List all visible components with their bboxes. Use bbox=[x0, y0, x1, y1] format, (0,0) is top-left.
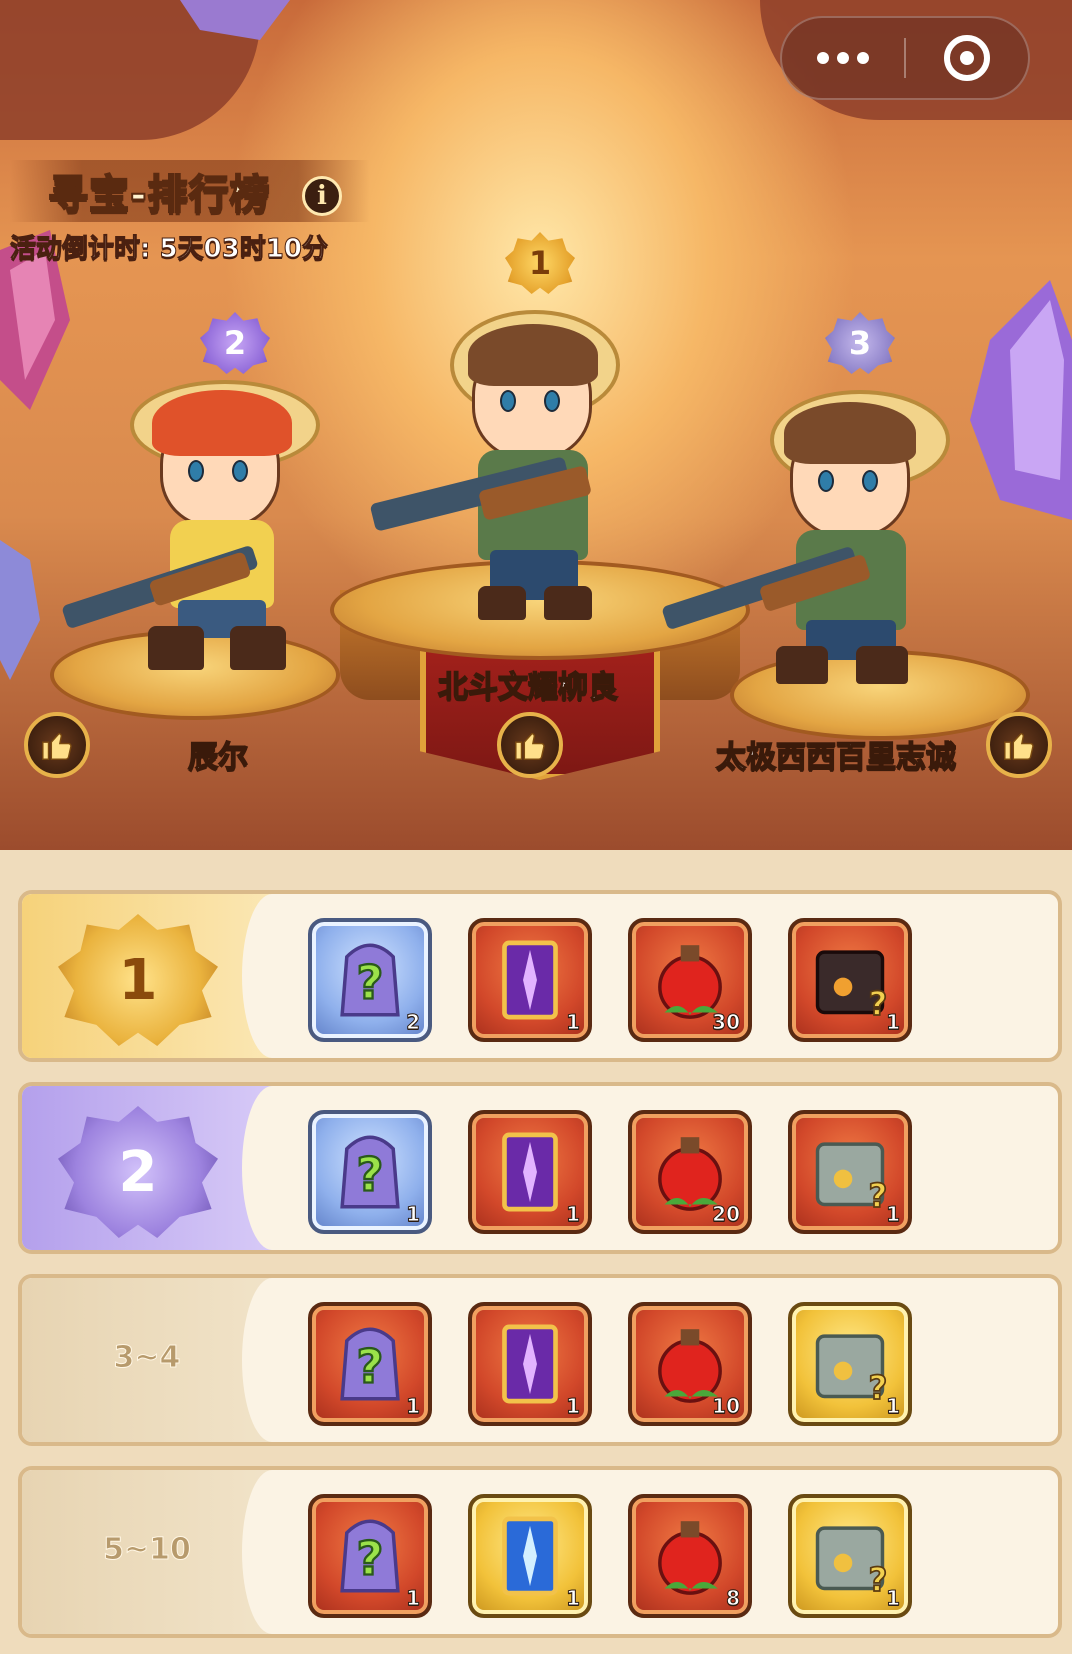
crystal-decoration bbox=[0, 540, 40, 680]
item-count: 1 bbox=[886, 1586, 901, 1611]
crystal-decoration bbox=[180, 0, 290, 40]
character-rank-2 bbox=[60, 370, 340, 690]
item-count: 1 bbox=[886, 1202, 901, 1227]
reward-item[interactable]: 30 bbox=[628, 918, 752, 1042]
thumbs-up-icon bbox=[515, 732, 545, 760]
reward-item[interactable]: 1 bbox=[468, 918, 592, 1042]
reward-item[interactable]: ? 1 bbox=[788, 1110, 912, 1234]
item-count: 1 bbox=[566, 1202, 581, 1227]
svg-text:?: ? bbox=[869, 1561, 888, 1599]
info-icon[interactable]: i bbox=[302, 176, 342, 216]
like-button-rank-1[interactable] bbox=[497, 712, 563, 778]
item-count: 1 bbox=[566, 1586, 581, 1611]
item-count: 1 bbox=[886, 1010, 901, 1035]
svg-text:?: ? bbox=[357, 1148, 384, 1202]
reward-item[interactable]: ? 1 bbox=[788, 1302, 912, 1426]
reward-row-rank-5-10: 5~10 ? 1 1 8 ? 1 bbox=[18, 1466, 1062, 1638]
like-button-rank-3[interactable] bbox=[986, 712, 1052, 778]
rank-3-medal: 3 bbox=[825, 312, 895, 374]
leaderboard-scene: 寻宝-排行榜 i 活动倒计时: 5天03时10分 1 2 3 北斗文耀柳良 辰尔… bbox=[0, 0, 1072, 860]
player-name-rank-3: 太极西西百里志诚 bbox=[715, 739, 957, 776]
reward-item[interactable]: 1 bbox=[468, 1110, 592, 1234]
event-countdown: 活动倒计时: 5天03时10分 bbox=[10, 234, 329, 265]
reward-item[interactable]: 1 bbox=[468, 1494, 592, 1618]
item-count: 30 bbox=[712, 1010, 741, 1035]
thumbs-up-icon bbox=[42, 732, 72, 760]
reward-row-rank-2: 2 ? 1 1 20 ? 1 bbox=[18, 1082, 1062, 1254]
item-count: 1 bbox=[886, 1394, 901, 1419]
reward-item[interactable]: ? 1 bbox=[308, 1302, 432, 1426]
reward-item[interactable]: 8 bbox=[628, 1494, 752, 1618]
item-count: 20 bbox=[712, 1202, 741, 1227]
rank-range-label: 5~10 bbox=[103, 1532, 192, 1568]
item-count: 10 bbox=[712, 1394, 741, 1419]
svg-text:?: ? bbox=[357, 1340, 384, 1394]
reward-item[interactable]: 20 bbox=[628, 1110, 752, 1234]
reward-item[interactable]: ? 1 bbox=[308, 1110, 432, 1234]
item-count: 8 bbox=[726, 1586, 741, 1611]
thumbs-up-icon bbox=[1004, 732, 1034, 760]
more-dots-icon[interactable] bbox=[782, 18, 904, 98]
reward-item[interactable]: ? 1 bbox=[788, 1494, 912, 1618]
reward-item[interactable]: 1 bbox=[468, 1302, 592, 1426]
close-target-icon[interactable] bbox=[906, 18, 1028, 98]
svg-text:?: ? bbox=[869, 1177, 888, 1215]
item-count: 1 bbox=[566, 1010, 581, 1035]
svg-text:?: ? bbox=[357, 1532, 384, 1586]
page-title: 寻宝-排行榜 bbox=[47, 171, 271, 219]
reward-item[interactable]: ? 1 bbox=[788, 918, 912, 1042]
svg-text:?: ? bbox=[357, 956, 384, 1010]
svg-text:?: ? bbox=[869, 985, 888, 1023]
reward-item[interactable]: 10 bbox=[628, 1302, 752, 1426]
player-name-rank-2: 辰尔 bbox=[187, 739, 249, 776]
player-name-rank-1: 北斗文耀柳良 bbox=[437, 669, 619, 706]
rank-range-label: 3~4 bbox=[113, 1340, 181, 1376]
reward-row-rank-3-4: 3~4 ? 1 1 10 ? 1 bbox=[18, 1274, 1062, 1446]
rank-1-medal: 1 bbox=[505, 232, 575, 294]
item-count: 1 bbox=[406, 1202, 421, 1227]
item-count: 2 bbox=[406, 1010, 421, 1035]
svg-text:?: ? bbox=[869, 1369, 888, 1407]
reward-row-rank-1: 1 ? 2 1 30 ? 1 bbox=[18, 890, 1062, 1062]
item-count: 1 bbox=[406, 1394, 421, 1419]
item-count: 1 bbox=[566, 1394, 581, 1419]
reward-item[interactable]: ? 2 bbox=[308, 918, 432, 1042]
character-rank-3 bbox=[661, 380, 980, 700]
reward-list: 1 ? 2 1 30 ? 1 2 ? 1 1 20 ? 1 3~4 ? 1 1 … bbox=[0, 850, 1072, 1654]
like-button-rank-2[interactable] bbox=[24, 712, 90, 778]
item-count: 1 bbox=[406, 1586, 421, 1611]
rank-2-medal: 2 bbox=[200, 312, 270, 374]
reward-item[interactable]: ? 1 bbox=[308, 1494, 432, 1618]
character-rank-1 bbox=[360, 300, 660, 640]
mini-program-capsule bbox=[780, 16, 1030, 100]
